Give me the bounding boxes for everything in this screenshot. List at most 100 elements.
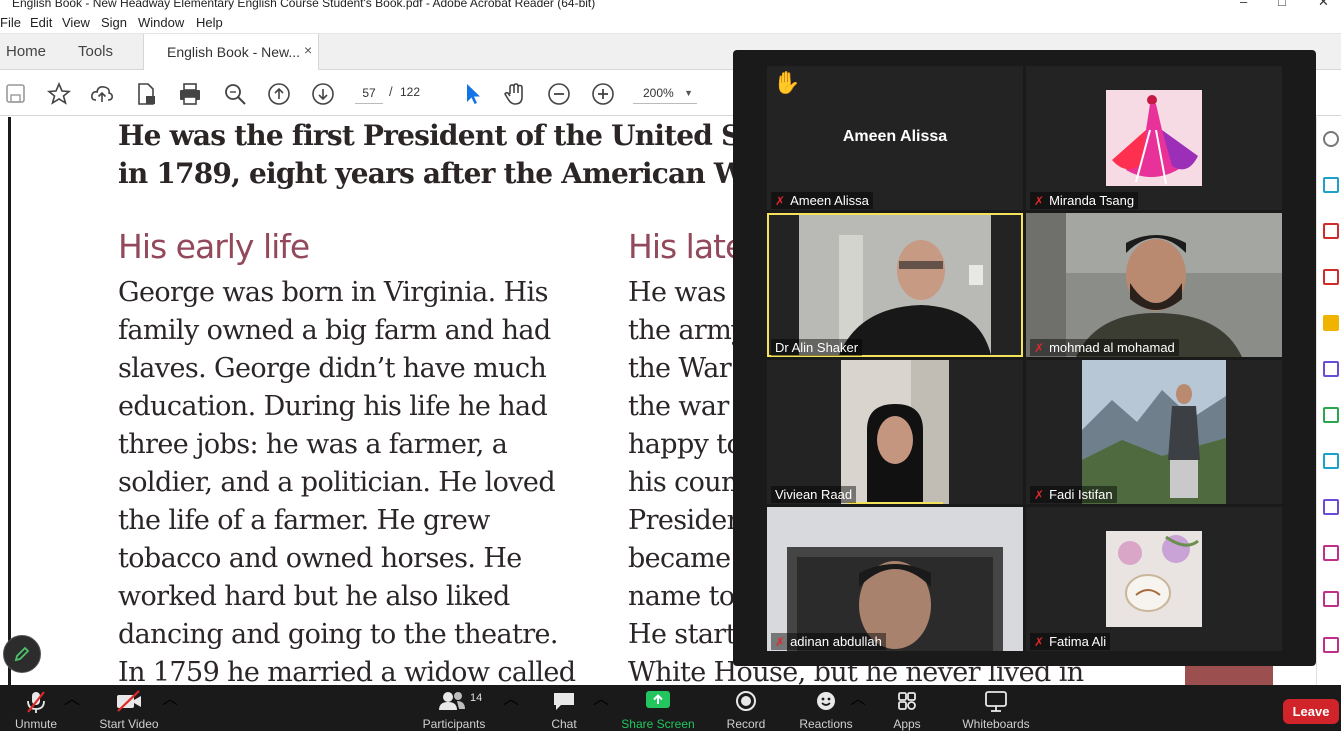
right-line: became bbox=[628, 543, 731, 574]
muted-mic-icon: ✗ bbox=[1034, 194, 1045, 208]
participant-tile[interactable]: Viviean Raad bbox=[767, 360, 1023, 504]
right-line: He was bbox=[628, 277, 726, 308]
menu-sign[interactable]: Sign bbox=[101, 15, 127, 30]
chat-icon bbox=[554, 693, 574, 710]
left-line: tobacco and owned horses. He bbox=[118, 543, 522, 574]
combine-files-icon[interactable] bbox=[1323, 361, 1339, 377]
unmute-button[interactable]: Unmute bbox=[6, 685, 66, 731]
tab-tools[interactable]: Tools bbox=[78, 43, 113, 60]
chat-label: Chat bbox=[551, 717, 577, 731]
muted-mic-icon: ✗ bbox=[1034, 488, 1045, 502]
audio-options-chevron-icon[interactable]: ︿ bbox=[64, 685, 80, 731]
tab-document[interactable]: English Book - New... × bbox=[143, 34, 319, 70]
zoom-out-icon[interactable] bbox=[546, 81, 572, 107]
reactions-label: Reactions bbox=[799, 717, 853, 731]
chat-options-chevron-icon[interactable]: ︿ bbox=[593, 685, 609, 731]
create-pdf-icon[interactable] bbox=[1323, 223, 1339, 239]
intro-line-2: in 1789, eight years after the American … bbox=[118, 157, 801, 190]
left-heading: His early life bbox=[118, 227, 310, 266]
zoom-in-icon[interactable] bbox=[590, 81, 616, 107]
participant-name-label: ✗ Ameen Alissa bbox=[771, 192, 873, 209]
fill-sign-icon[interactable] bbox=[1323, 499, 1339, 515]
smiley-icon bbox=[817, 692, 835, 710]
menu-help[interactable]: Help bbox=[196, 15, 223, 30]
bookmark-star-icon[interactable] bbox=[46, 81, 72, 107]
apps-label: Apps bbox=[893, 717, 921, 731]
menu-edit[interactable]: Edit bbox=[30, 15, 52, 30]
close-window-icon[interactable]: ✕ bbox=[1318, 0, 1329, 10]
organize-pages-icon[interactable] bbox=[1323, 407, 1339, 423]
edit-pdf-icon[interactable] bbox=[1323, 269, 1339, 285]
minimize-icon[interactable]: – bbox=[1240, 0, 1247, 9]
close-tab-icon[interactable]: × bbox=[304, 42, 312, 58]
right-line: happy to bbox=[628, 429, 743, 460]
participant-tile[interactable]: ✗ Fatima Ali bbox=[1026, 507, 1282, 651]
upload-cloud-icon[interactable] bbox=[89, 81, 115, 107]
participant-name-label: ✗ Fatima Ali bbox=[1030, 633, 1111, 650]
previous-page-icon[interactable] bbox=[266, 81, 292, 107]
page-number-input[interactable]: 57 bbox=[355, 82, 383, 104]
menu-view[interactable]: View bbox=[62, 15, 90, 30]
left-line: the life of a farmer. He grew bbox=[118, 505, 490, 536]
send-icon[interactable] bbox=[1323, 637, 1339, 653]
reactions-options-chevron-icon[interactable]: ︿ bbox=[850, 685, 866, 731]
scan-icon[interactable] bbox=[1323, 453, 1339, 469]
hand-tool-icon[interactable] bbox=[502, 81, 528, 107]
participant-tile[interactable]: ✗ Miranda Tsang bbox=[1026, 66, 1282, 210]
maximize-icon[interactable]: □ bbox=[1278, 0, 1286, 9]
apps-button[interactable]: Apps bbox=[884, 685, 930, 731]
participant-tile[interactable]: ✗ adinan abdullah bbox=[767, 507, 1023, 651]
share-screen-icon bbox=[646, 691, 670, 708]
right-line: He start bbox=[628, 619, 736, 650]
right-heading: His late bbox=[628, 227, 745, 266]
chat-button[interactable]: Chat bbox=[538, 685, 590, 731]
avatar-image bbox=[1106, 531, 1202, 627]
share-screen-button[interactable]: Share Screen bbox=[618, 685, 698, 731]
tab-home[interactable]: Home bbox=[6, 43, 46, 60]
menu-window[interactable]: Window bbox=[138, 15, 184, 30]
participants-options-chevron-icon[interactable]: ︿ bbox=[503, 685, 519, 731]
record-label: Record bbox=[726, 717, 766, 731]
protect-icon[interactable] bbox=[1323, 545, 1339, 561]
participant-video bbox=[767, 507, 1023, 651]
left-line: three jobs: he was a farmer, a bbox=[118, 429, 508, 460]
print-icon[interactable] bbox=[177, 81, 203, 107]
export-pdf-icon[interactable] bbox=[1323, 177, 1339, 193]
select-cursor-icon[interactable] bbox=[460, 81, 486, 107]
start-video-button[interactable]: Start Video bbox=[94, 685, 164, 731]
participant-tile[interactable]: ✗ Fadi Istifan bbox=[1026, 360, 1282, 504]
menu-file[interactable]: File bbox=[0, 15, 21, 30]
save-icon[interactable] bbox=[3, 81, 29, 107]
reactions-button[interactable]: Reactions bbox=[794, 685, 858, 731]
avatar-image bbox=[1082, 360, 1226, 504]
file-lock-icon[interactable] bbox=[133, 81, 159, 107]
more-tools-icon[interactable] bbox=[1323, 591, 1339, 607]
chevron-down-icon: ▼ bbox=[684, 88, 693, 98]
muted-mic-icon: ✗ bbox=[775, 194, 786, 208]
video-options-chevron-icon[interactable]: ︿ bbox=[162, 685, 178, 731]
record-button[interactable]: Record bbox=[718, 685, 774, 731]
participants-button[interactable]: 14 Participants bbox=[418, 685, 490, 731]
edit-pencil-button[interactable] bbox=[3, 635, 41, 673]
video-off-icon bbox=[117, 690, 141, 712]
left-line: soldier, and a politician. He loved bbox=[118, 467, 556, 498]
participants-label: Participants bbox=[422, 717, 486, 731]
participant-tile[interactable]: ✋ Ameen Alissa ✗ Ameen Alissa bbox=[767, 66, 1023, 210]
zoom-control-bar: Unmute ︿ Start Video ︿ 14 Participants ︿… bbox=[0, 685, 1341, 731]
tab-document-label: English Book - New... bbox=[167, 44, 301, 60]
left-line: dancing and going to the theatre. bbox=[118, 619, 558, 650]
whiteboards-button[interactable]: Whiteboards bbox=[956, 685, 1036, 731]
participant-video bbox=[799, 215, 991, 355]
comment-icon[interactable] bbox=[1323, 315, 1339, 331]
participant-tile-active-speaker[interactable]: Dr Alin Shaker bbox=[767, 213, 1023, 357]
participant-tile[interactable]: ✗ mohmad al mohamad bbox=[1026, 213, 1282, 357]
next-page-icon[interactable] bbox=[310, 81, 336, 107]
participants-icon bbox=[439, 692, 465, 710]
search-tools-icon[interactable] bbox=[1323, 131, 1339, 147]
zoom-level-select[interactable]: 200% ▼ bbox=[633, 82, 697, 104]
share-screen-label: Share Screen bbox=[621, 717, 695, 731]
zoom-search-icon[interactable] bbox=[222, 81, 248, 107]
right-line: his coun bbox=[628, 467, 738, 498]
leave-meeting-button[interactable]: Leave bbox=[1283, 699, 1339, 724]
participant-display-name: Ameen Alissa bbox=[842, 128, 948, 145]
